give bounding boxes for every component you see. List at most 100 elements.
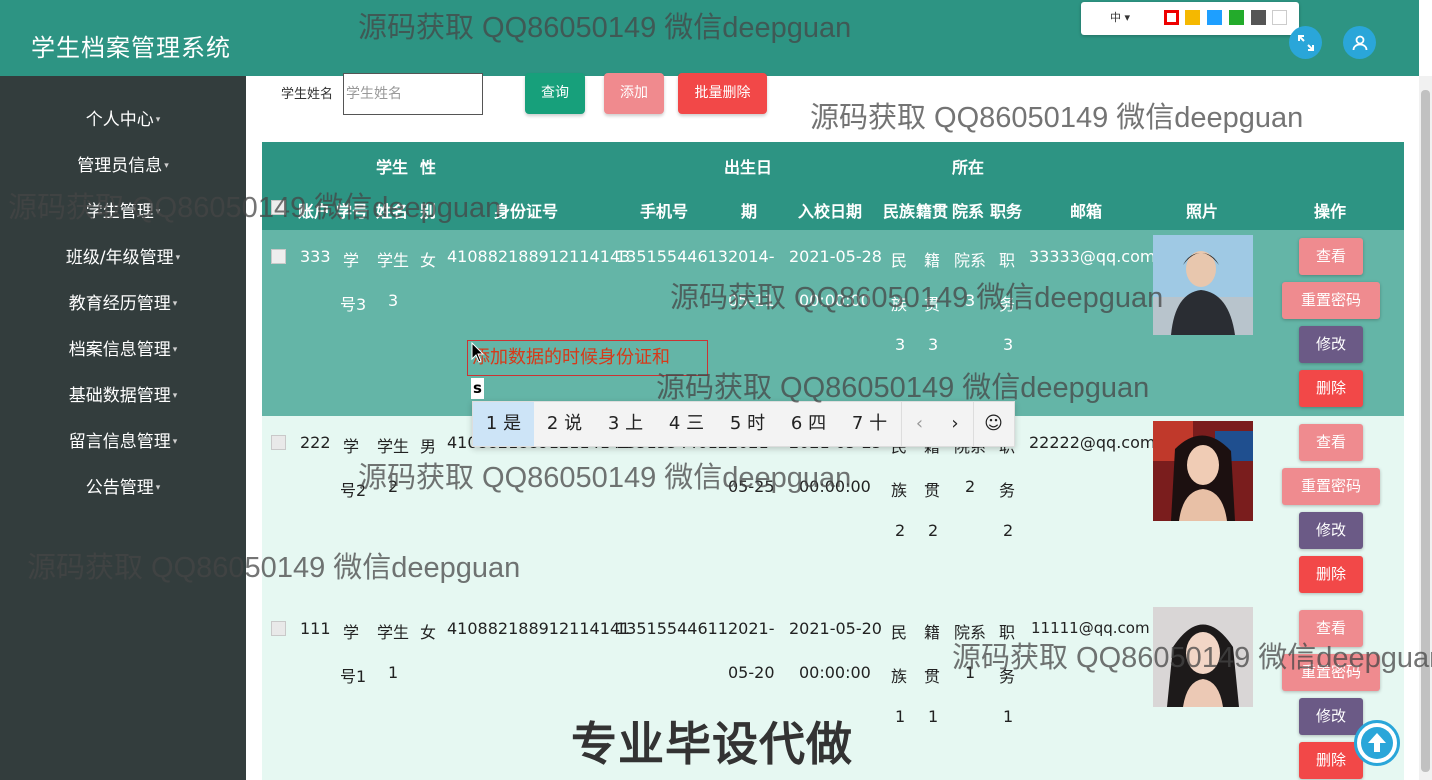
header-birth-top: 出生日 [724, 158, 773, 177]
header-dept-top: 所在 [952, 158, 985, 177]
edit-button[interactable]: 修改 [1299, 326, 1363, 363]
caret-down-icon: ▾ [155, 483, 161, 493]
cell-student-name: 学生 [377, 251, 410, 270]
cell-student-name: 3 [388, 291, 399, 310]
sidebar-item-messages[interactable]: 留言信息管理 ▾ [0, 427, 246, 457]
row-checkbox[interactable] [271, 621, 286, 636]
sidebar-item-label: 学生管理 [85, 202, 154, 222]
view-button[interactable]: 查看 [1299, 610, 1363, 647]
sidebar-item-archive-info[interactable]: 档案信息管理 ▾ [0, 335, 246, 365]
ime-prev-page-icon[interactable]: ‹ [901, 402, 937, 446]
cell-student-no: 号3 [340, 295, 367, 314]
search-label: 学生姓名 [281, 87, 334, 102]
caret-down-icon: ▾ [175, 253, 181, 263]
theme-swatch-green[interactable] [1229, 10, 1244, 25]
row-checkbox[interactable] [271, 249, 286, 264]
cell-ethnicity: 3 [895, 335, 906, 354]
cell-ethnicity: 族 [891, 667, 908, 686]
caret-down-icon: ▾ [164, 161, 169, 171]
edit-button[interactable]: 修改 [1299, 698, 1363, 735]
reset-password-button[interactable]: 重置密码 [1282, 654, 1380, 691]
theme-swatch-yellow[interactable] [1185, 10, 1200, 25]
cell-id-card: 410882188912114143 [447, 247, 631, 266]
cell-student-no: 学 [343, 251, 360, 270]
delete-button[interactable]: 删除 [1299, 370, 1363, 407]
cell-student-no: 号1 [340, 667, 367, 686]
ime-candidate[interactable]: 3 上 [595, 402, 656, 446]
cell-dept: 院系 [954, 251, 987, 270]
cell-origin: 籍 [924, 251, 941, 270]
scrollbar-thumb[interactable] [1421, 90, 1430, 772]
mouse-cursor-icon [471, 342, 485, 363]
back-to-top-button[interactable] [1354, 720, 1400, 766]
arrow-up-icon [1361, 727, 1393, 759]
theme-swatch-gray[interactable] [1251, 10, 1266, 25]
row-checkbox[interactable] [271, 435, 286, 450]
user-button[interactable] [1343, 26, 1376, 59]
page-scrollbar[interactable] [1419, 76, 1432, 780]
ime-candidate[interactable]: 1 是 [473, 402, 534, 446]
sidebar-item-student-management[interactable]: 学生管理 ▾ [0, 197, 246, 227]
reset-password-button[interactable]: 重置密码 [1282, 282, 1380, 319]
sidebar-item-label: 基础数据管理 [68, 386, 171, 406]
theme-swatch-red[interactable] [1164, 10, 1179, 25]
header-gender-bottom: 别 [420, 202, 437, 221]
reset-password-button[interactable]: 重置密码 [1282, 468, 1380, 505]
caret-down-icon: ▾ [172, 437, 178, 447]
caret-down-icon: ▾ [155, 207, 161, 217]
theme-swatch-blue[interactable] [1207, 10, 1222, 25]
table-row: 333 学 号3 学生 3 女 410882188912114143 13515… [262, 230, 1404, 416]
cell-birth: 2014- [728, 247, 775, 266]
theme-panel: 中 ▾ [1081, 2, 1299, 35]
language-select[interactable]: 中 ▾ [1091, 8, 1149, 28]
header-origin: 籍贯 [916, 202, 949, 221]
delete-button[interactable]: 删除 [1299, 556, 1363, 593]
cell-phone: 13515544611 [616, 619, 728, 638]
ime-next-page-icon[interactable]: › [937, 402, 973, 446]
sidebar-item-basic-data[interactable]: 基础数据管理 ▾ [0, 381, 246, 411]
student-photo [1153, 607, 1253, 707]
batch-delete-button[interactable]: 批量删除 [678, 73, 767, 114]
cell-gender: 男 [420, 437, 437, 456]
sidebar-item-announcements[interactable]: 公告管理 ▾ [0, 473, 246, 503]
sidebar-item-education-history[interactable]: 教育经历管理 ▾ [0, 289, 246, 319]
ime-candidate[interactable]: 2 说 [534, 402, 595, 446]
delete-button[interactable]: 删除 [1299, 742, 1363, 779]
sidebar-item-label: 档案信息管理 [68, 340, 171, 360]
cell-ethnicity: 民 [891, 623, 908, 642]
cell-birth: 05-20 [728, 663, 775, 682]
select-all-checkbox[interactable] [271, 200, 286, 215]
sidebar-item-personal-center[interactable]: 个人中心 ▾ [0, 105, 246, 135]
header-account: 账户 [298, 202, 331, 221]
student-name-search-input[interactable] [343, 73, 483, 115]
header-gender-top: 性 [420, 158, 437, 177]
cell-dept: 1 [965, 663, 976, 682]
header-dept-bottom: 院系 [952, 202, 985, 221]
ime-candidate[interactable]: 4 三 [656, 402, 717, 446]
sidebar-item-class-grade[interactable]: 班级/年级管理 ▾ [0, 243, 246, 273]
ime-candidate[interactable]: 6 四 [778, 402, 839, 446]
edit-button[interactable]: 修改 [1299, 512, 1363, 549]
emoji-icon[interactable]: ☺ [973, 402, 1013, 446]
cell-origin: 贯 [924, 295, 941, 314]
sidebar-item-admin-info[interactable]: 管理员信息 ▾ [0, 151, 246, 181]
add-button[interactable]: 添加 [604, 73, 664, 114]
cell-gender: 女 [420, 623, 437, 642]
query-button[interactable]: 查询 [525, 73, 585, 114]
student-photo [1153, 421, 1253, 521]
theme-swatch-white[interactable] [1272, 10, 1287, 25]
language-label: 中 [1109, 11, 1121, 24]
cell-position: 职 [999, 623, 1016, 642]
cell-phone: 13515544613 [616, 247, 728, 266]
cell-enroll-date: 00:00:00 [799, 663, 871, 682]
header-student-no: 学号 [336, 202, 369, 221]
view-button[interactable]: 查看 [1299, 238, 1363, 275]
app-title: 学生档案管理系统 [31, 34, 231, 62]
cell-student-name: 2 [388, 477, 399, 496]
ime-candidate-bar: 1 是 2 说 3 上 4 三 5 时 6 四 7 十 ‹ › ☺ [472, 401, 1015, 447]
user-icon [1352, 35, 1367, 50]
ime-candidate[interactable]: 7 十 [839, 402, 900, 446]
fullscreen-button[interactable] [1289, 26, 1322, 59]
view-button[interactable]: 查看 [1299, 424, 1363, 461]
ime-candidate[interactable]: 5 时 [717, 402, 778, 446]
